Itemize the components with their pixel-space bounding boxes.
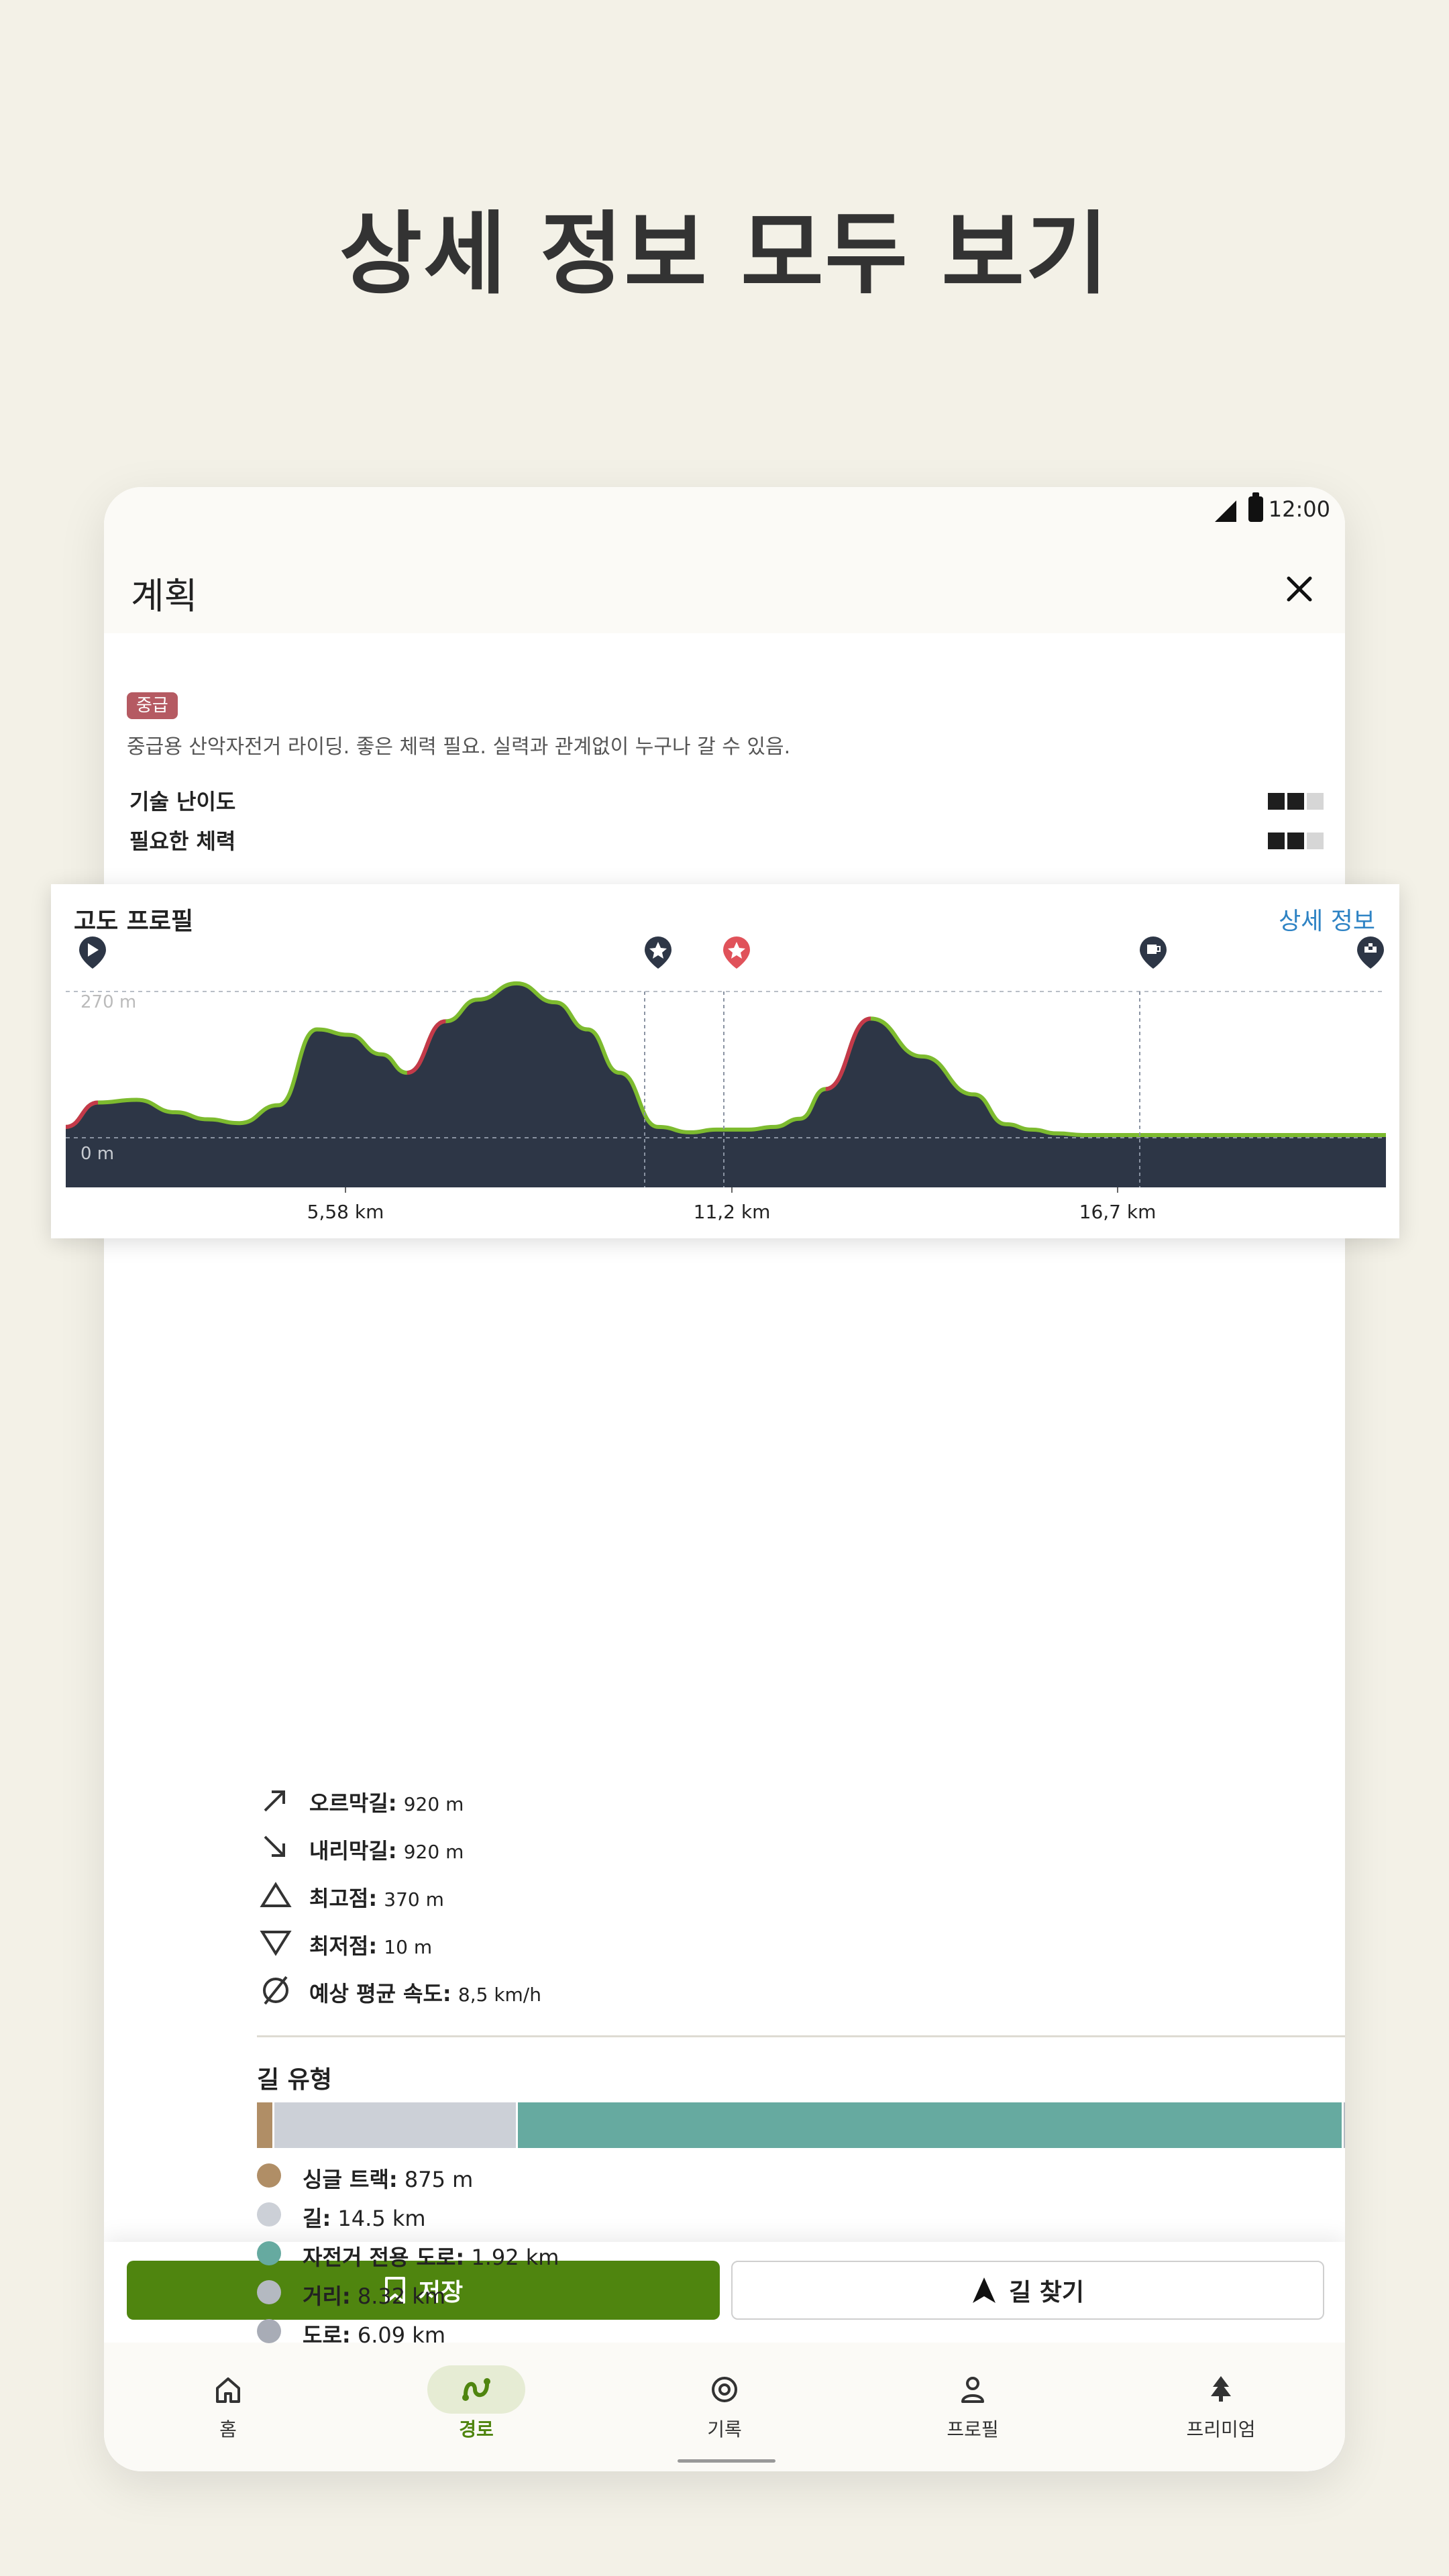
elevation-line [65, 981, 1386, 1137]
rating-dots [1268, 833, 1324, 849]
tab-label: 경로 [459, 2418, 494, 2440]
elevation-area [66, 983, 1386, 1187]
bottom-action-bar: 저장 길 찾기 [104, 2242, 1345, 2343]
rating-label: 기술 난이도 [129, 789, 236, 814]
way_types-bar-segment [257, 2102, 273, 2148]
stat-text: 내리막길: 920 m [309, 1838, 464, 1864]
x-tick-label: 5,58 km [307, 1201, 384, 1223]
close-icon[interactable] [1281, 570, 1318, 608]
legend-label: 싱글 트랙: 875 m [303, 2167, 474, 2192]
x-tick-label: 16,7 km [1079, 1201, 1157, 1223]
difficulty-badge: 중급 [127, 692, 178, 719]
hero-title: 상세 정보 모두 보기 [339, 202, 1110, 307]
rating-dot-empty [1307, 833, 1324, 849]
stat-text: 오르막길: 920 m [309, 1790, 464, 1816]
average-speed-icon [263, 1976, 288, 2005]
navigation-arrow-icon [973, 2277, 996, 2303]
home-indicator [678, 2459, 775, 2463]
descent-icon [264, 1835, 285, 1857]
legend-label: 길: 14.5 km [303, 2206, 426, 2231]
tab-route[interactable]: 경로 [352, 2343, 600, 2443]
rating-dot-empty [1307, 793, 1324, 810]
y-top-label: 270 m [80, 992, 136, 1012]
navigate-label: 길 찾기 [1009, 2279, 1084, 2306]
stat-text: 예상 평균 속도: 8,5 km/h [309, 1981, 541, 2006]
cafe-marker [1140, 936, 1167, 969]
status-time: 12:00 [1268, 496, 1330, 522]
favorite-marker [723, 936, 750, 969]
legend-label: 거리: 8.32 km [303, 2284, 445, 2309]
tab-label: 홈 [219, 2418, 237, 2440]
tab-label: 프로필 [947, 2418, 999, 2440]
phone-screen: 12:00 계획 중급 중급용 산악자전거 라이딩. 좋은 체력 필요. 실력과… [104, 487, 1345, 2471]
legend-swatch [257, 2202, 281, 2226]
rating-dots [1268, 793, 1324, 810]
way_types-bar-segment [1342, 2102, 1345, 2148]
difficulty-description: 중급용 산악자전거 라이딩. 좋은 체력 필요. 실력과 관계없이 누구나 갈 … [127, 735, 791, 759]
stat-text: 최고점: 370 m [309, 1886, 444, 1911]
highest-point-icon [260, 1882, 292, 1907]
bottom-tab-bar: 홈 경로 기록 프로필 프리미엄 [104, 2343, 1345, 2471]
lowest-point-icon [260, 1931, 292, 1956]
home-icon [216, 2377, 240, 2403]
battery-icon [1248, 492, 1263, 522]
divider [257, 2035, 1345, 2037]
legend-label: 자전거 전용 도로: 1.92 km [303, 2245, 559, 2270]
legend-swatch [257, 2163, 281, 2188]
rating-dot-filled [1287, 833, 1304, 849]
legend-label: 도로: 6.09 km [303, 2322, 445, 2348]
highlight-marker [645, 936, 672, 969]
way-types-bar [257, 2102, 1345, 2148]
way-types-title: 길 유형 [257, 2066, 332, 2094]
status-bar: 12:00 [104, 487, 1345, 541]
page-title: 계획 [131, 575, 198, 617]
elevation-profile-card: 고도 프로필 상세 정보 270 m 0 m 5,58 km 11,2 km 1… [51, 884, 1399, 1238]
way_types-bar-segment [515, 2102, 1342, 2148]
y-bottom-label: 0 m [80, 1144, 114, 1164]
tab-record[interactable]: 기록 [600, 2343, 849, 2443]
technical-difficulty-row: 기술 난이도 [129, 785, 1324, 817]
route-icon [462, 2378, 490, 2401]
signal-icon [1215, 500, 1236, 522]
stat-text: 최저점: 10 m [309, 1933, 433, 1959]
start-marker [79, 936, 106, 969]
top-app-bar: 계획 [104, 541, 1345, 633]
profile-icon [961, 2377, 984, 2403]
way_types-bar-segment [272, 2102, 516, 2148]
legend-swatch [257, 2241, 281, 2265]
x-tick-label: 11,2 km [694, 1201, 771, 1223]
record-icon [712, 2377, 737, 2402]
navigate-button[interactable]: 길 찾기 [731, 2261, 1324, 2320]
tab-home[interactable]: 홈 [104, 2343, 352, 2443]
premium-icon [1211, 2376, 1231, 2402]
rating-dot-filled [1287, 793, 1304, 810]
rating-label: 필요한 체력 [129, 828, 236, 854]
legend-swatch [257, 2280, 281, 2304]
elevation-chart[interactable]: 270 m 0 m 5,58 km 11,2 km 16,7 km [51, 884, 1399, 1238]
tab-label: 프리미엄 [1186, 2418, 1256, 2440]
ascent-icon [264, 1790, 285, 1812]
rating-dot-filled [1268, 793, 1285, 810]
fitness-required-row: 필요한 체력 [129, 824, 1324, 857]
tab-premium[interactable]: 프리미엄 [1097, 2343, 1345, 2443]
finish-marker [1357, 936, 1384, 969]
legend-swatch [257, 2319, 281, 2343]
tab-label: 기록 [707, 2418, 742, 2440]
tab-profile[interactable]: 프로필 [849, 2343, 1097, 2443]
rating-dot-filled [1268, 833, 1285, 849]
